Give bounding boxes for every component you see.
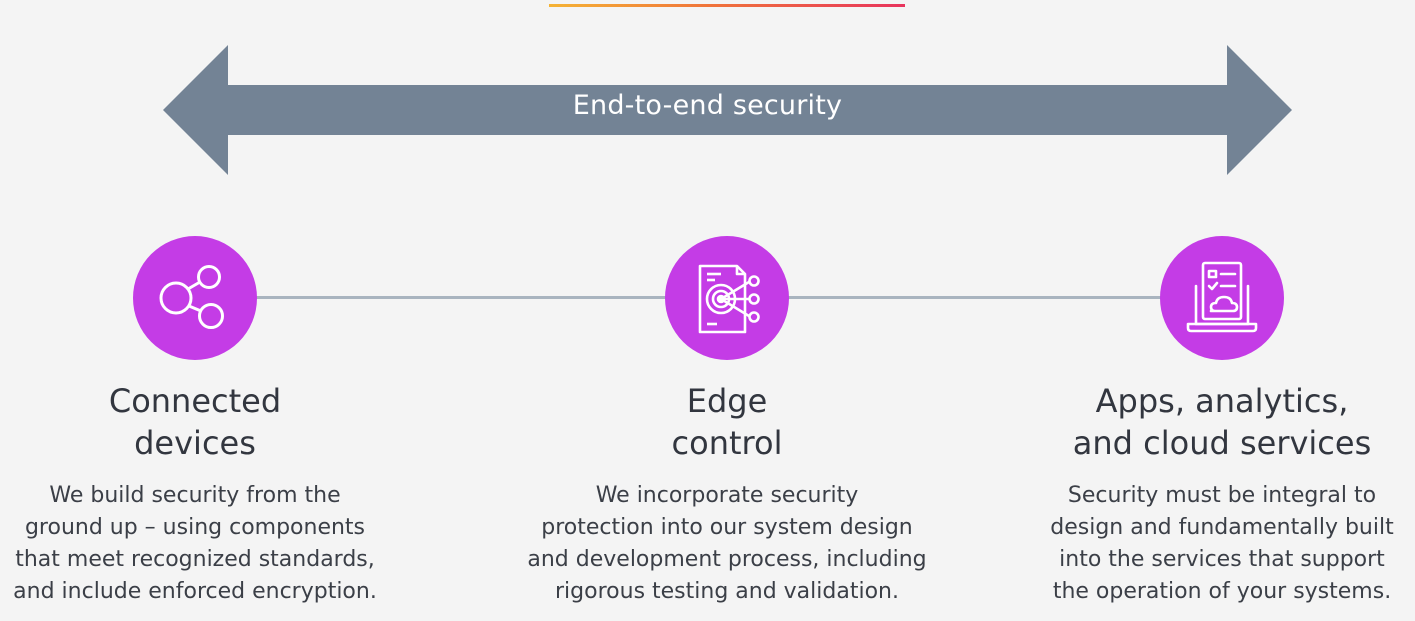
connector-line: [256, 296, 666, 299]
column-title: Edge control: [671, 382, 783, 462]
icon-badge: [133, 236, 257, 360]
connector-line: [788, 296, 1162, 299]
icon-badge: [1160, 236, 1284, 360]
column-title: Connected devices: [108, 382, 282, 462]
column-connected-devices: Connected devices We build security from…: [0, 380, 400, 608]
edge-target-document-icon: [698, 264, 760, 334]
laptop-cloud-checklist-icon: [1186, 261, 1258, 333]
column-description: We build security from the ground up – u…: [13, 483, 377, 604]
icon-badge: [665, 236, 789, 360]
banner-label: End-to-end security: [572, 90, 843, 121]
column-description: Security must be integral to design and …: [1050, 483, 1394, 604]
column-description: We incorporate security protection into …: [527, 483, 927, 604]
column-apps-analytics-cloud: Apps, analytics, and cloud services Secu…: [1022, 380, 1415, 608]
column-title: Apps, analytics, and cloud services: [1072, 382, 1372, 462]
column-edge-control: Edge control We incorporate security pro…: [497, 380, 957, 608]
share-network-icon: [159, 265, 224, 329]
